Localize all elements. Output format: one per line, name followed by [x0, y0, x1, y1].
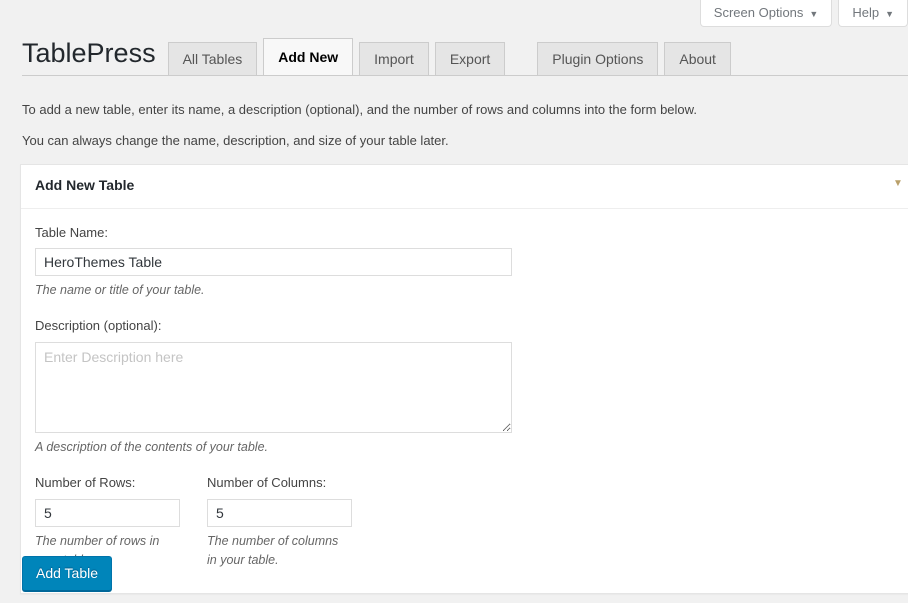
description-field-group: Description (optional): A description of… [35, 316, 897, 457]
table-name-help: The name or title of your table. [35, 281, 897, 300]
columns-label: Number of Columns: [207, 473, 352, 493]
tab-plugin-options[interactable]: Plugin Options [537, 42, 658, 76]
help-button[interactable]: Help ▼ [838, 0, 908, 27]
tab-about[interactable]: About [664, 42, 731, 76]
add-new-table-panel: Add New Table ▼ Table Name: The name or … [20, 164, 908, 594]
chevron-down-icon: ▼ [809, 10, 818, 19]
columns-help: The number of columns in your table. [207, 532, 342, 571]
columns-field-group: Number of Columns: The number of columns… [207, 473, 352, 570]
page-header: TablePress All Tables Add New Import Exp… [0, 36, 908, 76]
header-divider [22, 75, 908, 76]
help-label: Help [852, 0, 879, 26]
nav-tab-list: All Tables Add New Import Export Plugin … [168, 36, 737, 76]
add-table-button[interactable]: Add Table [22, 556, 112, 591]
table-size-field-group: Number of Rows: The number of rows in yo… [35, 473, 897, 570]
submit-area: Add Table [22, 556, 112, 591]
tab-export[interactable]: Export [435, 42, 505, 76]
description-textarea[interactable] [35, 342, 512, 433]
description-help: A description of the contents of your ta… [35, 438, 897, 457]
panel-title: Add New Table [35, 176, 897, 196]
screen-options-button[interactable]: Screen Options ▼ [700, 0, 833, 27]
table-name-label: Table Name: [35, 223, 897, 243]
tab-import[interactable]: Import [359, 42, 429, 76]
screen-options-label: Screen Options [714, 0, 804, 26]
description-label: Description (optional): [35, 316, 897, 336]
chevron-down-icon: ▼ [885, 10, 894, 19]
chevron-down-icon[interactable]: ▼ [891, 177, 905, 191]
rows-label: Number of Rows: [35, 473, 180, 493]
intro-text: To add a new table, enter its name, a de… [22, 100, 882, 162]
page-title: TablePress [22, 40, 156, 76]
rows-input[interactable] [35, 499, 180, 527]
panel-header: Add New Table ▼ [21, 165, 908, 209]
intro-line-1: To add a new table, enter its name, a de… [22, 100, 882, 121]
intro-line-2: You can always change the name, descript… [22, 131, 882, 152]
panel-body: Table Name: The name or title of your ta… [21, 209, 908, 593]
tab-add-new[interactable]: Add New [263, 38, 353, 76]
table-name-field-group: Table Name: The name or title of your ta… [35, 223, 897, 301]
screen-meta-bar: Screen Options ▼ Help ▼ [700, 0, 908, 28]
tab-all-tables[interactable]: All Tables [168, 42, 258, 76]
table-name-input[interactable] [35, 248, 512, 276]
columns-input[interactable] [207, 499, 352, 527]
